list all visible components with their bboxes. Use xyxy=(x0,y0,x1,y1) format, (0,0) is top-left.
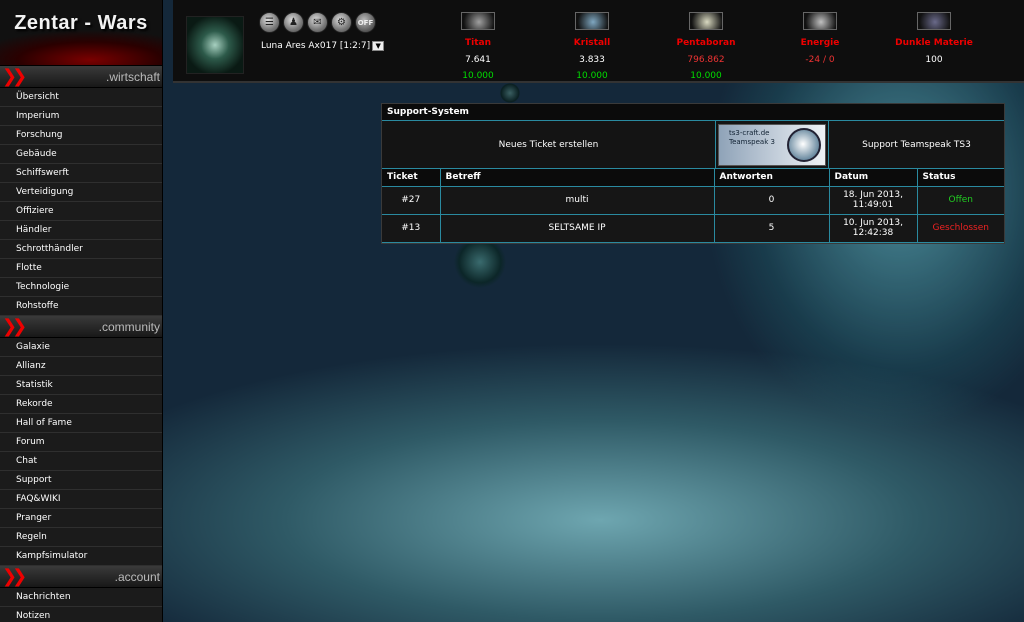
resource-capacity: 10.000 xyxy=(576,71,608,81)
sidebar-item[interactable]: Flotte xyxy=(0,259,162,278)
column-ticket: Ticket xyxy=(382,169,441,187)
sidebar-item[interactable]: Gebäude xyxy=(0,145,162,164)
planet-image[interactable] xyxy=(186,16,244,74)
toolbar-icons: ☰ ♟ ✉ ⚙ OFF xyxy=(259,12,376,33)
notes-icon[interactable]: ☰ xyxy=(259,12,280,33)
teamspeak-banner[interactable]: ts3-craft.de Teamspeak 3 xyxy=(716,121,829,168)
sidebar-item[interactable]: Support xyxy=(0,471,162,490)
column-status: Status xyxy=(917,169,1004,187)
resource-name: Kristall xyxy=(573,38,611,48)
new-ticket-button[interactable]: Neues Ticket erstellen xyxy=(382,121,716,168)
buddy-icon[interactable]: ♟ xyxy=(283,12,304,33)
planet-select-value: Luna Ares Ax017 [1:2:7] xyxy=(261,41,371,51)
sidebar-item[interactable]: Übersicht xyxy=(0,88,162,107)
ticket-answers: 0 xyxy=(714,186,830,215)
logo[interactable]: Zentar - Wars xyxy=(0,0,162,66)
sidebar-item[interactable]: Pranger xyxy=(0,509,162,528)
sidebar-item[interactable]: Chat xyxy=(0,452,162,471)
ticket-subject-link[interactable]: SELTSAME IP xyxy=(440,214,715,243)
resource-amount: 796.862 xyxy=(687,55,725,65)
sidebar-item[interactable]: Rekorde xyxy=(0,395,162,414)
ticket-answers: 5 xyxy=(714,214,830,243)
sidebar-item[interactable]: Allianz xyxy=(0,357,162,376)
sidebar-item[interactable]: Schiffswerft xyxy=(0,164,162,183)
resource-energie[interactable]: Energie -24 / 0 xyxy=(770,12,870,71)
status-badge: Geschlossen xyxy=(917,214,1004,243)
resource-titan[interactable]: Titan 7.641 10.000 xyxy=(428,12,528,81)
ticket-date: 10. Jun 2013, 12:42:38 xyxy=(829,214,918,243)
chevron-right-icon: ❯❯ xyxy=(2,566,27,587)
sidebar: Zentar - Wars ❯❯ .wirtschaft Übersicht Impe… xyxy=(0,0,163,622)
status-badge: Offen xyxy=(917,186,1004,215)
ticket-subject-link[interactable]: multi xyxy=(440,186,715,215)
panel-title: Support-System xyxy=(382,104,1004,121)
resource-capacity: 10.000 xyxy=(690,71,722,81)
resource-icon xyxy=(575,12,609,30)
sidebar-item[interactable]: Offiziere xyxy=(0,202,162,221)
section-header-community: ❯❯ .community xyxy=(0,316,162,338)
chevron-right-icon: ❯❯ xyxy=(2,66,27,87)
top-bar: ☰ ♟ ✉ ⚙ OFF Luna Ares Ax017 [1:2:7] ▼ Ti… xyxy=(173,0,1024,83)
section-header-wirtschaft: ❯❯ .wirtschaft xyxy=(0,66,162,88)
section-title: .wirtschaft xyxy=(105,69,160,84)
sidebar-item[interactable]: Rohstoffe xyxy=(0,297,162,316)
resource-amount: -24 / 0 xyxy=(805,55,835,65)
nav: ❯❯ .wirtschaft Übersicht Imperium Forschung G… xyxy=(0,66,162,622)
teamspeak-link[interactable]: Support Teamspeak TS3 xyxy=(829,121,1004,168)
resource-icon xyxy=(689,12,723,30)
planet-select[interactable]: Luna Ares Ax017 [1:2:7] ▼ xyxy=(261,41,385,51)
sidebar-item[interactable]: Schrotthändler xyxy=(0,240,162,259)
ticket-table: Ticket Betreff Antworten Datum Status #2… xyxy=(382,169,1004,243)
resource-amount: 7.641 xyxy=(465,55,491,65)
sidebar-item[interactable]: Imperium xyxy=(0,107,162,126)
resource-name: Dunkle Materie xyxy=(895,38,973,48)
resource-name: Pentaboran xyxy=(676,38,736,48)
support-panel: Support-System Neues Ticket erstellen ts… xyxy=(381,103,1005,244)
sidebar-item[interactable]: Statistik xyxy=(0,376,162,395)
column-answers: Antworten xyxy=(714,169,830,187)
table-row[interactable]: #27 multi 0 18. Jun 2013, 11:49:01 Offen xyxy=(382,186,1004,215)
chevron-right-icon: ❯❯ xyxy=(2,316,27,337)
ticket-id: #27 xyxy=(382,186,441,215)
sidebar-item[interactable]: Verteidigung xyxy=(0,183,162,202)
resource-amount: 3.833 xyxy=(579,55,605,65)
settings-icon[interactable]: ⚙ xyxy=(331,12,352,33)
sidebar-item[interactable]: Kampfsimulator xyxy=(0,547,162,566)
resource-amount: 100 xyxy=(925,55,943,65)
section-title: .account xyxy=(114,569,160,584)
resource-icon xyxy=(461,12,495,30)
column-subject: Betreff xyxy=(440,169,715,187)
sidebar-item[interactable]: Regeln xyxy=(0,528,162,547)
sidebar-item[interactable]: Nachrichten xyxy=(0,588,162,607)
ticket-id: #13 xyxy=(382,214,441,243)
sidebar-item[interactable]: Notizen xyxy=(0,607,162,622)
sidebar-item[interactable]: Galaxie xyxy=(0,338,162,357)
sidebar-item[interactable]: Forschung xyxy=(0,126,162,145)
sidebar-item[interactable]: Forum xyxy=(0,433,162,452)
mail-icon[interactable]: ✉ xyxy=(307,12,328,33)
resource-name: Titan xyxy=(464,38,491,48)
resource-icon xyxy=(917,12,951,30)
resource-icon xyxy=(803,12,837,30)
resource-kristall[interactable]: Kristall 3.833 10.000 xyxy=(542,12,642,81)
resource-pentaboran[interactable]: Pentaboran 796.862 10.000 xyxy=(656,12,756,81)
teamspeak-logo-icon: ts3-craft.de Teamspeak 3 xyxy=(718,123,826,166)
sidebar-item[interactable]: Hall of Fame xyxy=(0,414,162,433)
resource-capacity: 10.000 xyxy=(462,71,494,81)
sidebar-item[interactable]: Technologie xyxy=(0,278,162,297)
vacation-off-icon[interactable]: OFF xyxy=(355,12,376,33)
logo-text: Zentar - Wars xyxy=(14,12,148,34)
chevron-down-icon[interactable]: ▼ xyxy=(372,41,385,51)
resource-name: Energie xyxy=(800,38,840,48)
table-row[interactable]: #13 SELTSAME IP 5 10. Jun 2013, 12:42:38 Gesc… xyxy=(382,214,1004,243)
resource-dunkle-materie[interactable]: Dunkle Materie 100 xyxy=(884,12,984,71)
section-header-account: ❯❯ .account xyxy=(0,566,162,588)
ticket-date: 18. Jun 2013, 11:49:01 xyxy=(829,186,918,215)
sidebar-item[interactable]: Händler xyxy=(0,221,162,240)
column-date: Datum xyxy=(829,169,918,187)
section-title: .community xyxy=(98,319,160,334)
sidebar-item[interactable]: FAQ&WIKI xyxy=(0,490,162,509)
